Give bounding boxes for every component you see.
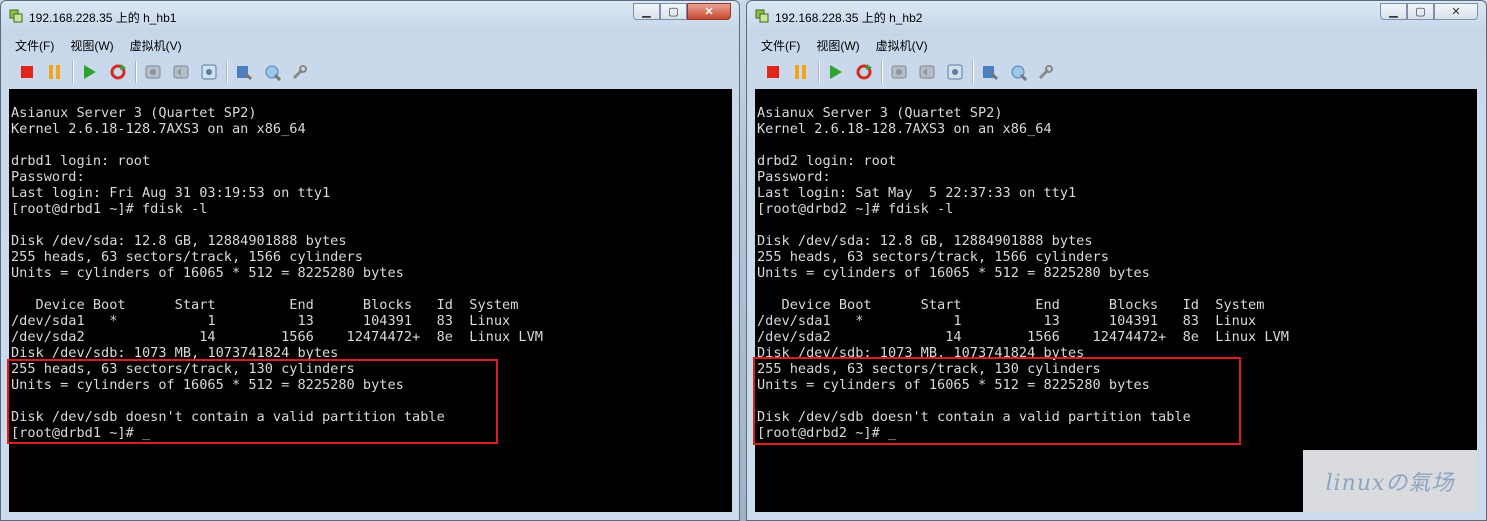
settings-icon <box>983 66 999 81</box>
toolbar-separator <box>135 61 136 83</box>
revert-snapshot-icon <box>173 65 189 79</box>
reset-button[interactable] <box>850 59 878 85</box>
reset-button[interactable] <box>104 59 132 85</box>
settings-icon <box>237 66 253 81</box>
vm-settings-button[interactable] <box>976 59 1004 85</box>
highlight-box <box>7 359 498 444</box>
toolbar-separator <box>972 61 973 83</box>
network-icon <box>1011 65 1027 81</box>
minimize-button[interactable]: ▁ <box>633 3 660 20</box>
maximize-button[interactable]: ▢ <box>660 3 687 20</box>
refresh-icon <box>856 64 872 80</box>
toolbar-separator <box>818 61 819 83</box>
watermark-logo: linuxの氣场 <box>1303 450 1477 512</box>
snapshot-button[interactable] <box>139 59 167 85</box>
menu-view[interactable]: 视图(W) <box>814 37 861 55</box>
play-button[interactable] <box>76 59 104 85</box>
menu-vm[interactable]: 虚拟机(V) <box>874 37 930 55</box>
menu-file[interactable]: 文件(F) <box>13 37 56 55</box>
vm-tools-button[interactable] <box>1032 59 1060 85</box>
vmware-console-icon <box>755 9 769 23</box>
window-title: 192.168.228.35 上的 h_hb1 <box>29 11 177 25</box>
wrench-icon <box>1038 65 1053 80</box>
snapshot-button[interactable] <box>885 59 913 85</box>
vm-console-screen[interactable]: Asianux Server 3 (Quartet SP2) Kernel 2.… <box>753 89 1477 512</box>
snapshot-icon <box>145 65 161 79</box>
menu-bar: 文件(F) 视图(W) 虚拟机(V) <box>759 37 930 55</box>
title-bar[interactable]: 192.168.228.35 上的 h_hb2 ▁ ▢ ✕ <box>747 1 1486 31</box>
menu-view[interactable]: 视图(W) <box>68 37 115 55</box>
toolbar-separator <box>881 61 882 83</box>
play-icon <box>830 65 842 79</box>
menu-bar: 文件(F) 视图(W) 虚拟机(V) <box>13 37 184 55</box>
pause-icon <box>795 65 806 79</box>
snapshot-icon <box>891 65 907 79</box>
snapshot-manager-button[interactable] <box>195 59 223 85</box>
vm-network-button[interactable] <box>258 59 286 85</box>
stop-icon <box>21 66 33 78</box>
toolbar <box>13 58 314 86</box>
vm-console-screen[interactable]: Asianux Server 3 (Quartet SP2) Kernel 2.… <box>7 89 732 512</box>
refresh-icon <box>110 64 126 80</box>
highlight-box <box>753 357 1241 445</box>
snapshot-manager-icon <box>947 64 963 80</box>
title-bar[interactable]: 192.168.228.35 上的 h_hb1 ▁ ▢ ✕ <box>1 1 739 31</box>
pause-button[interactable] <box>41 59 69 85</box>
close-button[interactable]: ✕ <box>687 3 731 20</box>
minimize-button[interactable]: ▁ <box>1380 3 1407 20</box>
toolbar-separator <box>226 61 227 83</box>
toolbar-separator <box>72 61 73 83</box>
revert-snapshot-button[interactable] <box>167 59 195 85</box>
vmware-console-icon <box>9 9 23 23</box>
stop-button[interactable] <box>759 59 787 85</box>
snapshot-manager-icon <box>201 64 217 80</box>
toolbar <box>759 58 1060 86</box>
network-icon <box>265 65 281 81</box>
pause-icon <box>49 65 60 79</box>
vm-tools-button[interactable] <box>286 59 314 85</box>
revert-snapshot-icon <box>919 65 935 79</box>
vm-network-button[interactable] <box>1004 59 1032 85</box>
pause-button[interactable] <box>787 59 815 85</box>
vm-window-h-hb2[interactable]: 192.168.228.35 上的 h_hb2 ▁ ▢ ✕ 文件(F) 视图(W… <box>746 0 1487 521</box>
vm-settings-button[interactable] <box>230 59 258 85</box>
revert-snapshot-button[interactable] <box>913 59 941 85</box>
window-title: 192.168.228.35 上的 h_hb2 <box>775 11 923 25</box>
play-icon <box>84 65 96 79</box>
stop-button[interactable] <box>13 59 41 85</box>
play-button[interactable] <box>822 59 850 85</box>
stop-icon <box>767 66 779 78</box>
maximize-button[interactable]: ▢ <box>1407 3 1434 20</box>
close-button[interactable]: ✕ <box>1434 3 1478 20</box>
vm-window-h-hb1[interactable]: 192.168.228.35 上的 h_hb1 ▁ ▢ ✕ 文件(F) 视图(W… <box>0 0 740 521</box>
snapshot-manager-button[interactable] <box>941 59 969 85</box>
menu-vm[interactable]: 虚拟机(V) <box>128 37 184 55</box>
menu-file[interactable]: 文件(F) <box>759 37 802 55</box>
wrench-icon <box>292 65 307 80</box>
